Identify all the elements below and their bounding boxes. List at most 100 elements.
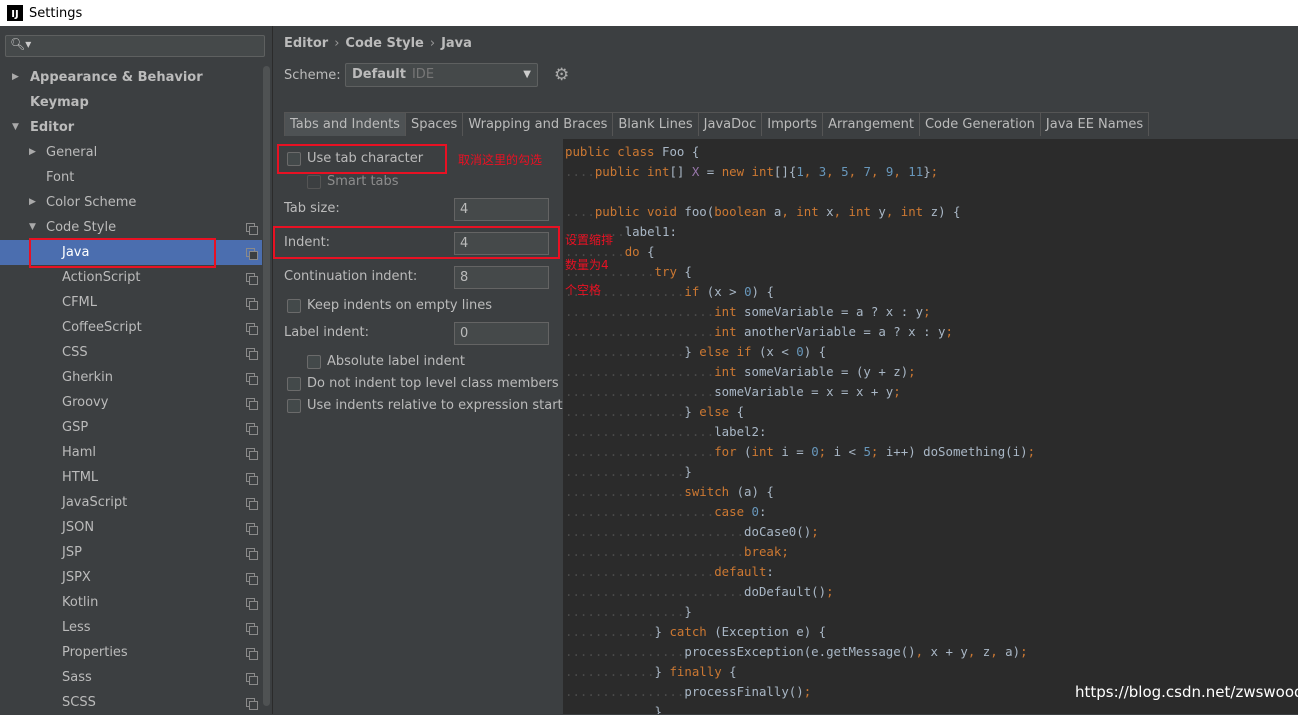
sidebar-item-label: Appearance & Behavior [30,70,203,85]
smart-tabs-checkbox [307,175,321,189]
code-token: ; [818,444,834,459]
title-bar: IJ Settings [0,0,1298,26]
collapsed-arrow-icon[interactable]: ▶ [29,190,39,215]
sidebar-item-coffeescript[interactable]: CoffeeScript [0,315,262,340]
code-token: (Exception e) { [714,624,827,639]
sidebar-item-code-style[interactable]: ▼ Code Style [0,215,262,240]
code-line: ....................someVariable = x = x… [563,382,1298,402]
no-indent-top-label: Do not indent top level class members [307,376,559,391]
collapsed-arrow-icon[interactable]: ▶ [12,65,22,90]
smart-tabs-label: Smart tabs [327,174,399,189]
code-token: i < [833,444,864,459]
expanded-arrow-icon[interactable]: ▼ [29,215,39,240]
code-token: , [915,644,931,659]
no-indent-top-checkbox[interactable] [287,377,301,391]
tab-java-ee-names[interactable]: Java EE Names [1039,112,1150,136]
label-indent-label: Label indent: [284,325,370,340]
sidebar-item-cfml[interactable]: CFML [0,290,262,315]
sidebar-item-groovy[interactable]: Groovy [0,390,262,415]
gear-icon[interactable]: ⚙ [554,65,569,85]
code-token: { [729,664,737,679]
code-line: ................switch (a) { [563,482,1298,502]
code-token: } [684,344,700,359]
sidebar-item-properties[interactable]: Properties [0,640,262,665]
code-line: ................processException(e.getMe… [563,642,1298,662]
watermark: https://blog.csdn.net/zwswood [1075,683,1298,701]
code-token: ; [923,304,931,319]
code-token: .................... [565,304,715,319]
tab-imports[interactable]: Imports [761,112,824,136]
tab-size-field[interactable]: 4 [454,198,549,221]
tab-wrapping-and-braces[interactable]: Wrapping and Braces [462,112,614,136]
code-token: switch [684,484,737,499]
breadcrumb-code-style[interactable]: Code Style [345,36,423,51]
tab-blank-lines[interactable]: Blank Lines [612,112,699,136]
code-token: ( [744,444,752,459]
settings-sidebar: 🔍︎▾ ▶ Appearance & Behavior Keymap ▼ Editor ▶… [0,26,273,714]
expanded-arrow-icon[interactable]: ▼ [12,115,22,140]
sidebar-item-keymap[interactable]: Keymap [0,90,262,115]
sidebar-item-editor[interactable]: ▼ Editor [0,115,262,140]
code-token: ................ [565,484,685,499]
code-token: catch [669,624,715,639]
sidebar-item-color-scheme[interactable]: ▶ Color Scheme [0,190,262,215]
sidebar-item-actionscript[interactable]: ActionScript [0,265,262,290]
continuation-indent-field[interactable]: 8 [454,266,549,289]
collapsed-arrow-icon[interactable]: ▶ [29,140,39,165]
indent-field[interactable]: 4 [454,232,549,255]
code-token: someVariable = x = x + y [714,384,894,399]
sidebar-item-gherkin[interactable]: Gherkin [0,365,262,390]
code-line: public class Foo { [563,142,1298,162]
code-token: 5 [863,444,871,459]
sidebar-item-general[interactable]: ▶ General [0,140,262,165]
code-token: int [751,444,782,459]
sidebar-item-label: JavaScript [62,495,128,510]
sidebar-item-css[interactable]: CSS [0,340,262,365]
code-token: ................ [565,404,685,419]
scheme-select[interactable]: Default IDE ▼ [345,63,538,87]
sidebar-item-scss[interactable]: SCSS [0,690,262,715]
sidebar-scrollbar[interactable] [263,66,270,706]
code-token: ........................ [565,544,745,559]
sidebar-item-less[interactable]: Less [0,615,262,640]
search-input[interactable]: 🔍︎▾ [5,35,265,57]
code-token: ; [930,164,939,179]
sidebar-item-jspx[interactable]: JSPX [0,565,262,590]
tab-code-generation[interactable]: Code Generation [918,112,1041,136]
tab-spaces[interactable]: Spaces [404,112,464,136]
keep-indents-checkbox[interactable] [287,299,301,313]
sidebar-item-haml[interactable]: Haml [0,440,262,465]
tab-tabs-and-indents[interactable]: Tabs and Indents [284,112,406,136]
code-token: Foo { [661,144,700,159]
label-indent-field[interactable]: 0 [454,322,549,345]
sidebar-item-label: JSPX [62,570,91,585]
code-token: ........................ [565,584,745,599]
tab-arrangement[interactable]: Arrangement [822,112,920,136]
sidebar-item-jsp[interactable]: JSP [0,540,262,565]
code-token: ; [945,324,953,339]
code-line: ........................doCase0(); [563,522,1298,542]
sidebar-item-font[interactable]: Font [0,165,262,190]
sidebar-item-gsp[interactable]: GSP [0,415,262,440]
sidebar-item-html[interactable]: HTML [0,465,262,490]
code-token: ................ [565,684,685,699]
sidebar-item-javascript[interactable]: JavaScript [0,490,262,515]
sidebar-item-kotlin[interactable]: Kotlin [0,590,262,615]
project-scheme-icon [246,673,258,685]
tab-javadoc[interactable]: JavaDoc [697,112,763,136]
sidebar-item-appearance-behavior[interactable]: ▶ Appearance & Behavior [0,65,262,90]
code-token: for [714,444,745,459]
sidebar-item-json[interactable]: JSON [0,515,262,540]
code-token: (a) { [736,484,774,499]
code-token: ........................ [565,524,745,539]
window-title: Settings [29,5,83,21]
code-token: } [654,624,670,639]
relative-indents-checkbox[interactable] [287,399,301,413]
breadcrumb-editor[interactable]: Editor [284,36,328,51]
code-token: public int [594,164,670,179]
code-token: foo( [684,204,715,219]
sidebar-item-label: Font [46,170,75,185]
absolute-label-indent-checkbox[interactable] [307,355,321,369]
sidebar-item-sass[interactable]: Sass [0,665,262,690]
code-token: , [826,164,842,179]
